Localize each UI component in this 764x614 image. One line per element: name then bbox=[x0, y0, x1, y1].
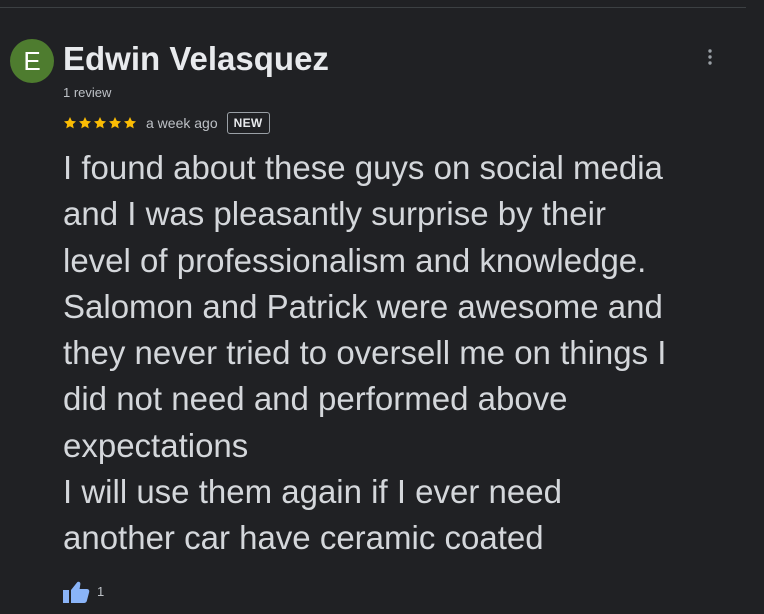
reviewer-name[interactable]: Edwin Velasquez bbox=[63, 39, 329, 79]
review-meta: a week ago NEW bbox=[63, 111, 270, 135]
avatar-initial: E bbox=[23, 46, 41, 76]
star-icon bbox=[93, 117, 107, 129]
star-rating bbox=[63, 116, 137, 130]
review-text-line: did not need and performed above bbox=[63, 380, 568, 418]
new-badge: NEW bbox=[226, 112, 270, 134]
thumbs-up-icon bbox=[63, 581, 90, 603]
top-divider bbox=[0, 7, 746, 8]
star-icon bbox=[108, 117, 122, 129]
more-options-button[interactable] bbox=[698, 45, 722, 69]
star-icon bbox=[78, 117, 92, 129]
review-text-line: another car have ceramic coated bbox=[63, 519, 544, 557]
review-time: a week ago bbox=[146, 115, 218, 131]
review-actions: 1 bbox=[62, 579, 104, 605]
more-vert-icon bbox=[708, 49, 712, 65]
review-text-line: I will use them again if I ever need bbox=[63, 473, 562, 511]
star-icon bbox=[123, 117, 137, 129]
review-text-line: I found about these guys on social media bbox=[63, 149, 663, 186]
like-button[interactable] bbox=[62, 579, 90, 605]
star-icon bbox=[63, 117, 77, 129]
avatar[interactable]: E bbox=[10, 39, 54, 83]
review-text: I found about these guys on social media… bbox=[63, 145, 753, 562]
review-text-line: expectations bbox=[63, 426, 249, 464]
review-text-line: they never tried to oversell me on thing… bbox=[63, 334, 667, 372]
like-count: 1 bbox=[97, 584, 105, 599]
review-text-line: Salomon and Patrick were awesome and bbox=[63, 287, 663, 325]
review-text-line: and I was pleasantly surprise by their bbox=[63, 195, 606, 233]
review-card: E Edwin Velasquez 1 review a week ago NE… bbox=[0, 0, 764, 614]
review-text-line: level of professionalism and knowledge. bbox=[63, 241, 647, 279]
review-count[interactable]: 1 review bbox=[63, 85, 111, 101]
